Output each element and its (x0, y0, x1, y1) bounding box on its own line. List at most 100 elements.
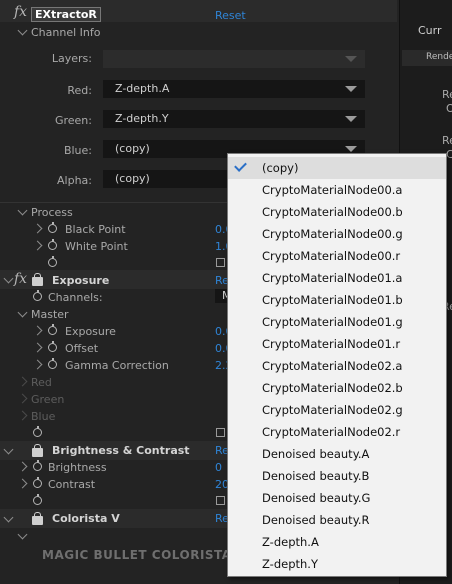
checkmark-icon (234, 159, 247, 172)
channel-dropdown-menu[interactable]: (copy) CryptoMaterialNode00.a CryptoMateri… (227, 153, 447, 577)
fx-icon[interactable]: fx (14, 271, 27, 287)
stopwatch-icon[interactable] (48, 358, 57, 369)
dropdown-item[interactable]: CryptoMaterialNode01.a (228, 267, 446, 289)
offset-twirl-icon[interactable] (32, 342, 43, 353)
black-point-label: Black Point (65, 223, 126, 236)
gamma-twirl-icon[interactable] (32, 359, 43, 370)
dropdown-item[interactable]: Denoised beauty.B (228, 465, 446, 487)
red-label: Red: (67, 84, 92, 97)
channel-info-twirl-icon[interactable] (17, 25, 28, 36)
right-item-1[interactable]: Re (442, 88, 452, 101)
chevron-down-icon (345, 86, 357, 92)
fx-icon[interactable]: fx (14, 4, 27, 20)
checkbox[interactable] (216, 428, 225, 437)
stopwatch-icon[interactable] (33, 290, 42, 301)
checkbox[interactable] (216, 258, 225, 267)
red-value: Z-depth.A (115, 82, 170, 95)
dropdown-item[interactable]: CryptoMaterialNode00.b (228, 201, 446, 223)
dropdown-item[interactable]: CryptoMaterialNode01.b (228, 289, 446, 311)
dropdown-item-label: Denoised beauty.G (262, 491, 371, 505)
channel-info-label: Channel Info (31, 26, 101, 39)
dropdown-item-label: (copy) (262, 161, 299, 175)
process-twirl-icon[interactable] (17, 205, 28, 216)
dropdown-item[interactable]: CryptoMaterialNode01.g (228, 311, 446, 333)
dropdown-item-label: CryptoMaterialNode01.b (262, 293, 403, 307)
lock-icon (32, 273, 43, 286)
stopwatch-icon[interactable] (33, 477, 42, 488)
contrast-label: Contrast (48, 478, 96, 491)
right-item-3[interactable]: Re (442, 134, 452, 147)
dropdown-item[interactable]: CryptoMaterialNode00.a (228, 179, 446, 201)
dropdown-item[interactable]: Denoised beauty.R (228, 509, 446, 531)
dropdown-item[interactable]: CryptoMaterialNode00.g (228, 223, 446, 245)
dropdown-item-label: Denoised beauty.B (262, 469, 370, 483)
dropdown-item-label: CryptoMaterialNode00.b (262, 205, 403, 219)
blue-value: (copy) (115, 142, 150, 155)
layers-label: Layers: (51, 52, 92, 65)
dropdown-item[interactable]: (copy) (228, 157, 446, 179)
dropdown-item-label: CryptoMaterialNode01.a (262, 271, 403, 285)
tab-render[interactable]: Rende (426, 52, 452, 62)
dropdown-item-label: Denoised beauty.R (262, 513, 370, 527)
bc-effect-name[interactable]: Brightness & Contrast (52, 444, 190, 457)
exposure-effect-name[interactable]: Exposure (52, 274, 109, 287)
chevron-down-icon (345, 56, 357, 62)
brightness-label: Brightness (48, 461, 107, 474)
dropdown-item-label: CryptoMaterialNode00.r (262, 249, 401, 263)
stopwatch-icon[interactable] (48, 324, 57, 335)
blue-twirl-icon[interactable] (17, 410, 28, 421)
white-point-twirl-icon[interactable] (32, 240, 43, 251)
dropdown-item-label: CryptoMaterialNode01.g (262, 315, 403, 329)
stopwatch-icon[interactable] (33, 494, 42, 505)
extractor-effect-name[interactable]: EXtractoR (31, 7, 101, 22)
dropdown-item-label: CryptoMaterialNode02.b (262, 381, 403, 395)
colorista-effect-name[interactable]: Colorista V (52, 512, 120, 525)
dropdown-item[interactable]: CryptoMaterialNode02.r (228, 421, 446, 443)
black-point-twirl-icon[interactable] (32, 223, 43, 234)
dropdown-item[interactable]: CryptoMaterialNode00.r (228, 245, 446, 267)
colorista-sub-twirl-icon[interactable] (17, 529, 28, 540)
exposure-param-twirl-icon[interactable] (32, 325, 43, 336)
dropdown-item[interactable]: Z-depth.Y (228, 553, 446, 575)
dropdown-item[interactable]: Z-depth.A (228, 531, 446, 553)
stopwatch-icon[interactable] (48, 222, 57, 233)
dropdown-item-label: CryptoMaterialNode00.g (262, 227, 403, 241)
dropdown-item[interactable]: Denoised beauty.G (228, 487, 446, 509)
dropdown-item-label: CryptoMaterialNode02.r (262, 425, 401, 439)
dropdown-item-label: CryptoMaterialNode02.a (262, 359, 403, 373)
red-select[interactable]: Z-depth.A (103, 80, 365, 98)
channels-label: Channels: (48, 291, 103, 304)
red-twirl-icon[interactable] (17, 376, 28, 387)
green-group-label: Green (31, 393, 65, 406)
master-twirl-icon[interactable] (17, 307, 28, 318)
dropdown-item[interactable]: CryptoMaterialNode02.b (228, 377, 446, 399)
dropdown-item[interactable]: CryptoMaterialNode02.a (228, 355, 446, 377)
dropdown-item-label: CryptoMaterialNode01.r (262, 337, 401, 351)
stopwatch-icon[interactable] (48, 341, 57, 352)
stopwatch-icon[interactable] (33, 426, 42, 437)
green-select[interactable]: Z-depth.Y (103, 110, 365, 128)
layers-select[interactable] (103, 50, 365, 68)
dropdown-item-label: Denoised beauty.A (262, 447, 370, 461)
dropdown-item-label: CryptoMaterialNode00.a (262, 183, 403, 197)
red-group-label: Red (31, 376, 52, 389)
stopwatch-icon[interactable] (48, 239, 57, 250)
brightness-twirl-icon[interactable] (17, 461, 28, 472)
lock-icon (32, 512, 43, 525)
contrast-twirl-icon[interactable] (17, 478, 28, 489)
alpha-value: (copy) (115, 172, 150, 185)
tab-current[interactable]: Curr (418, 24, 442, 37)
dropdown-item[interactable]: Denoised beauty.A (228, 443, 446, 465)
gamma-label: Gamma Correction (65, 359, 169, 372)
white-point-label: White Point (65, 240, 128, 253)
extractor-reset-link[interactable]: Reset (215, 9, 246, 22)
dropdown-item[interactable]: CryptoMaterialNode02.g (228, 399, 446, 421)
brightness-value[interactable]: 0 (215, 461, 222, 474)
stopwatch-icon[interactable] (33, 460, 42, 471)
stopwatch-icon[interactable] (48, 256, 57, 267)
dropdown-item[interactable]: CryptoMaterialNode01.r (228, 333, 446, 355)
checkbox[interactable] (216, 496, 225, 505)
green-twirl-icon[interactable] (17, 393, 28, 404)
alpha-label: Alpha: (57, 174, 92, 187)
right-item-2[interactable]: O (446, 102, 452, 115)
